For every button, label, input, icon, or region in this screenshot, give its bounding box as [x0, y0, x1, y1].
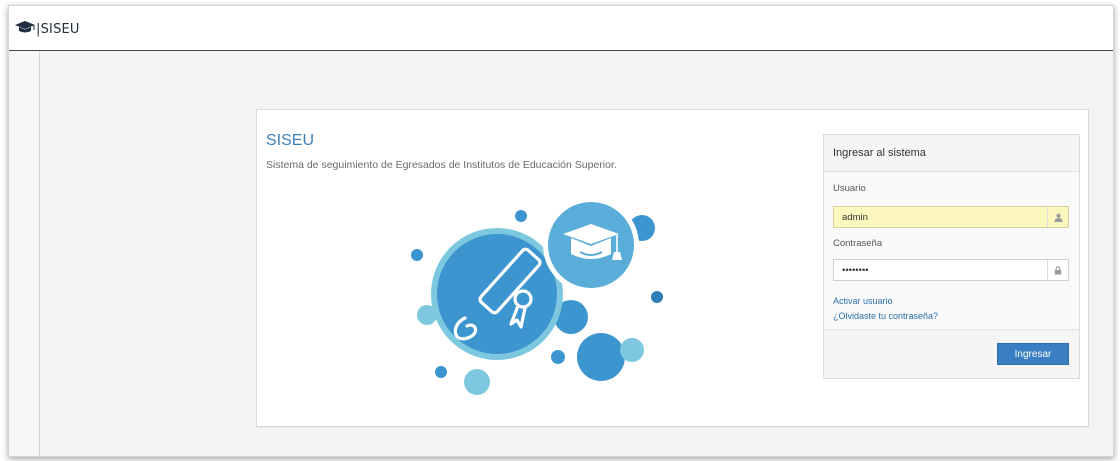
login-button[interactable]: Ingresar — [997, 343, 1069, 365]
page-subtitle: Sistema de seguimiento de Egresados de I… — [266, 159, 617, 171]
main-panel: SISEU Sistema de seguimiento de Egresado… — [256, 109, 1089, 427]
username-label: Usuario — [833, 183, 866, 194]
login-box-footer: Ingresar — [824, 329, 1079, 378]
brand-link[interactable]: |SISEU — [15, 19, 80, 39]
login-box: Ingresar al sistema Usuario Contraseña A… — [823, 134, 1080, 379]
password-input[interactable] — [834, 260, 1042, 281]
page-title: SISEU — [266, 132, 315, 149]
username-field-group — [833, 206, 1069, 228]
brand-name: |SISEU — [36, 21, 80, 37]
hero-illustration — [405, 197, 675, 415]
forgot-password-link[interactable]: ¿Olvidaste tu contraseña? — [833, 311, 938, 321]
user-icon — [1047, 207, 1068, 227]
graduation-cap-icon — [15, 20, 35, 39]
left-sidebar — [9, 51, 40, 456]
lock-icon — [1047, 260, 1068, 280]
password-label: Contraseña — [833, 238, 883, 249]
password-field-group — [833, 259, 1069, 281]
username-input[interactable] — [834, 207, 1042, 228]
login-box-header: Ingresar al sistema — [824, 135, 1079, 172]
browser-window: |SISEU SISEU Sistema de seguimiento de E… — [8, 5, 1114, 457]
top-navbar: |SISEU — [9, 6, 1113, 51]
activate-user-link[interactable]: Activar usuario — [833, 296, 893, 306]
